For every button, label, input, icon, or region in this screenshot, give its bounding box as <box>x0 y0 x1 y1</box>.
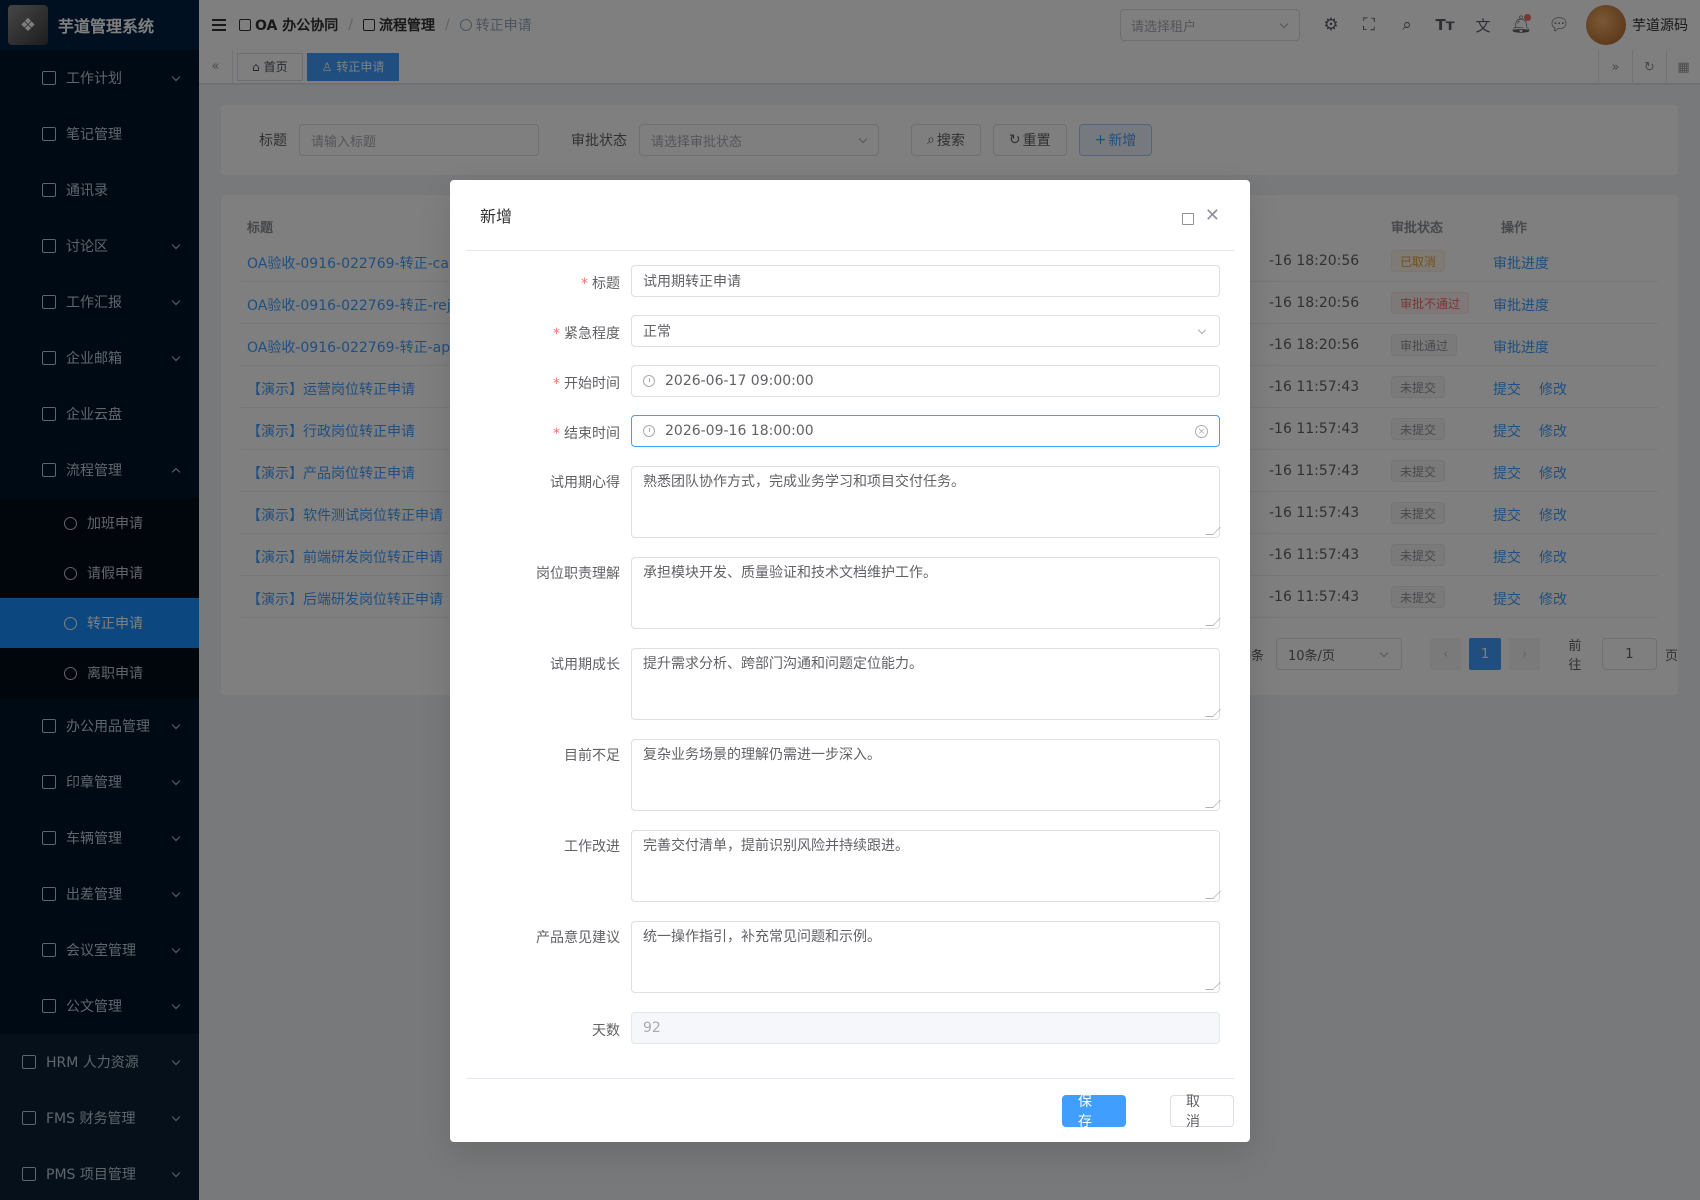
chevron-down-icon <box>1197 325 1207 335</box>
improvement-textarea[interactable]: 完善交付清单，提前识别风险并持续跟进。 <box>631 830 1220 902</box>
suggestion-textarea[interactable]: 统一操作指引，补充常见问题和示例。 <box>631 921 1220 993</box>
growth-label: 试用期成长 <box>550 657 620 673</box>
days-label: 天数 <box>592 1023 620 1039</box>
urgency-select[interactable]: 正常 <box>631 315 1220 347</box>
suggestion-label: 产品意见建议 <box>536 930 620 946</box>
experience-label: 试用期心得 <box>550 475 620 491</box>
improvement-label: 工作改进 <box>564 839 620 855</box>
title-label: * 标题 <box>581 276 620 292</box>
divider <box>466 250 1234 251</box>
fullscreen-icon[interactable] <box>1182 213 1194 225</box>
end-time-label: * 结束时间 <box>553 426 620 442</box>
duty-label: 岗位职责理解 <box>536 566 620 582</box>
add-dialog: 新增 ✕ * 标题 试用期转正申请 * 紧急程度 正常 * 开始时间 2026-06-… <box>450 180 1250 1142</box>
urgency-label: * 紧急程度 <box>553 326 620 342</box>
save-button[interactable]: 保 存 <box>1062 1094 1126 1130</box>
clear-icon[interactable]: × <box>1195 425 1208 438</box>
start-time-picker[interactable]: 2026-06-17 09:00:00 <box>631 365 1220 397</box>
close-icon[interactable]: ✕ <box>1205 207 1220 225</box>
shortcoming-label: 目前不足 <box>564 748 620 764</box>
divider <box>466 1078 1234 1079</box>
end-time-picker[interactable]: 2026-09-16 18:00:00 × <box>631 415 1220 447</box>
dialog-title: 新增 <box>480 207 513 226</box>
duty-textarea[interactable]: 承担模块开发、质量验证和技术文档维护工作。 <box>631 557 1220 629</box>
start-time-label: * 开始时间 <box>553 376 620 392</box>
experience-textarea[interactable]: 熟悉团队协作方式，完成业务学习和项目交付任务。 <box>631 466 1220 538</box>
clock-icon <box>643 375 655 387</box>
growth-textarea[interactable]: 提升需求分析、跨部门沟通和问题定位能力。 <box>631 648 1220 720</box>
dialog-header: 新增 <box>450 180 1250 250</box>
clock-icon <box>643 425 655 437</box>
cancel-button[interactable]: 取 消 <box>1170 1094 1234 1130</box>
shortcoming-textarea[interactable]: 复杂业务场景的理解仍需进一步深入。 <box>631 739 1220 811</box>
title-input[interactable]: 试用期转正申请 <box>631 265 1220 297</box>
days-input: 92 <box>631 1012 1220 1044</box>
